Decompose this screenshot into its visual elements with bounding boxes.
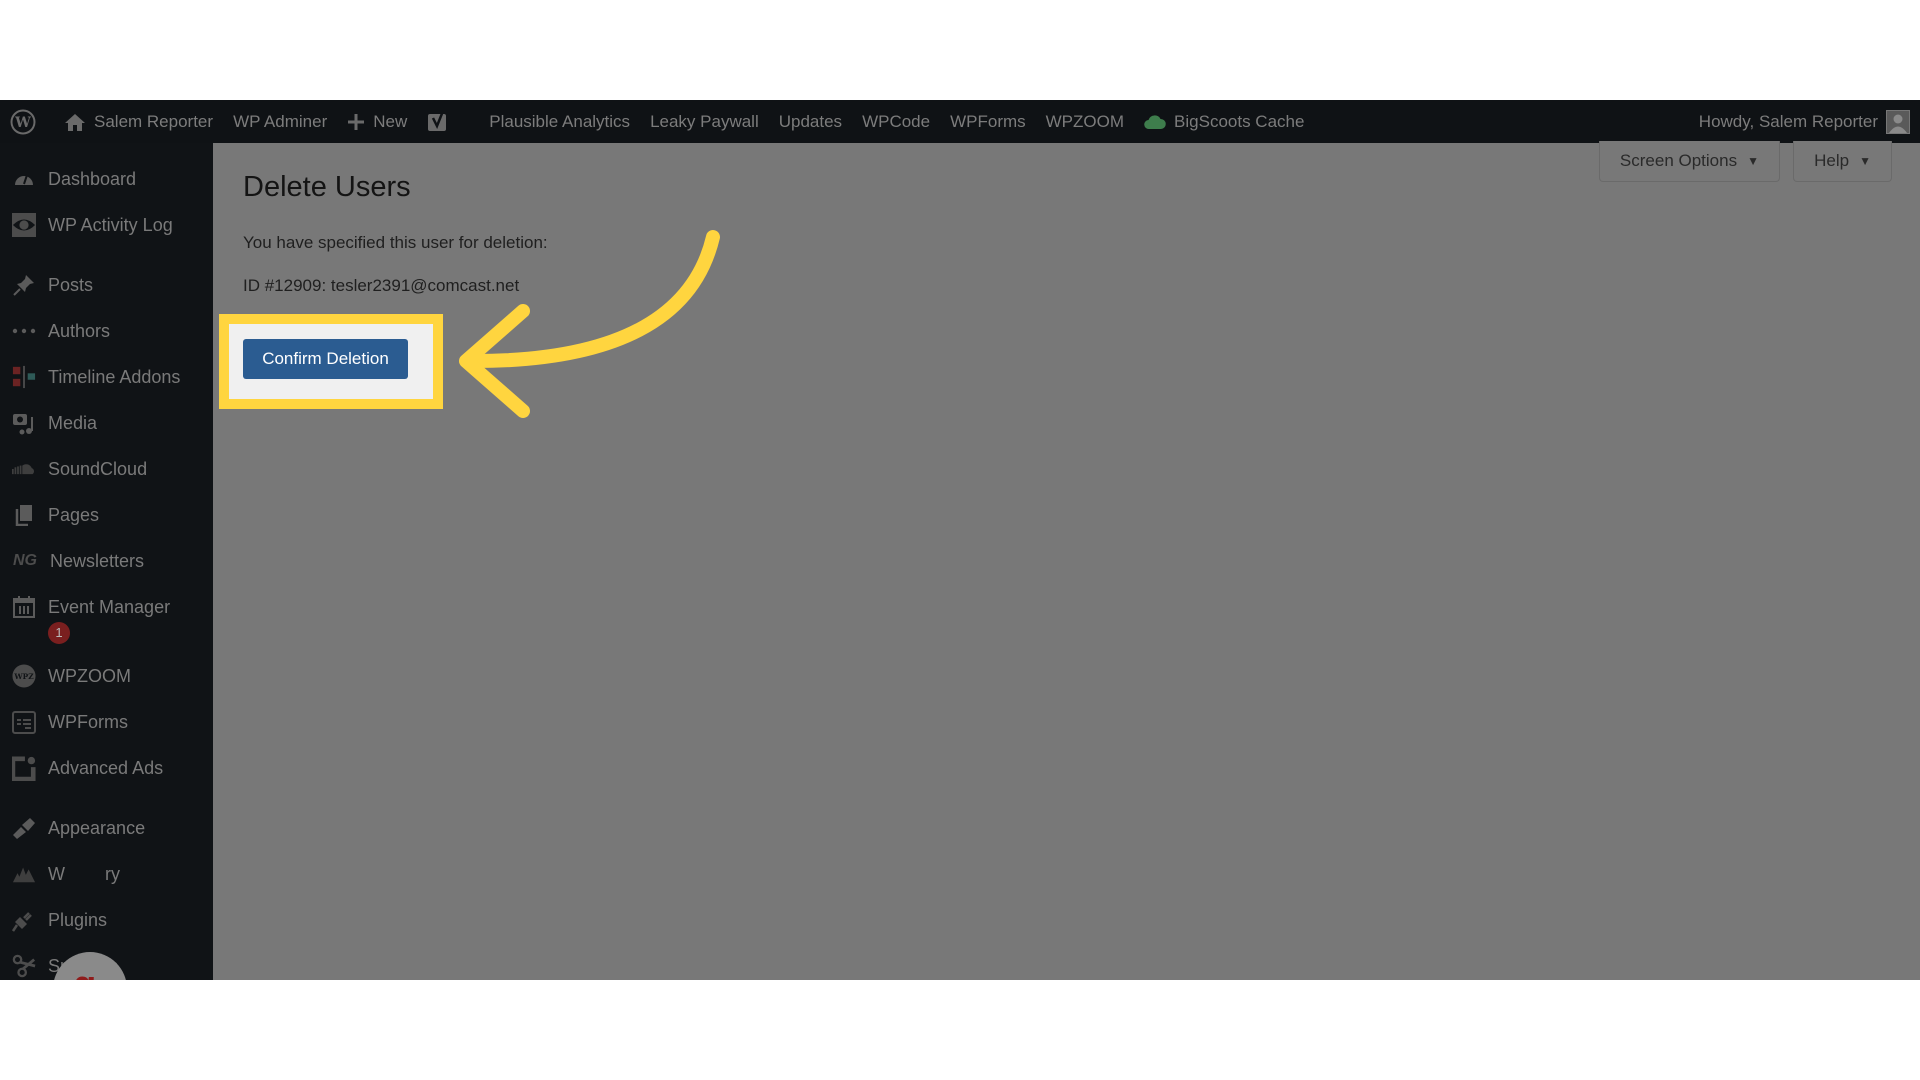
wpzoom-label: WPZOOM [1045, 111, 1125, 131]
sidebar-item-plugins[interactable]: Plugins [0, 908, 107, 932]
help-label: Help [1814, 151, 1850, 170]
sidebar-item-advanced-ads[interactable]: Advanced Ads [0, 756, 164, 781]
help-button[interactable]: Help ▼ [1793, 141, 1892, 182]
leaky-paywall-link[interactable]: Leaky Paywall [640, 100, 769, 143]
wpzoom-link[interactable]: WPZOOM [1036, 100, 1134, 143]
notification-badge: 1 [48, 622, 70, 644]
guidde-logo-icon: g. [73, 964, 107, 981]
sidebar-item-label: Appearance [48, 818, 146, 838]
sidebar-item-label: WP Activity Log [48, 215, 173, 235]
sidebar-item-event-manager[interactable]: Event Manager 1 [0, 595, 170, 644]
yoast-seo-link[interactable] [417, 100, 479, 143]
cloud-icon [1144, 114, 1166, 129]
sidebar-item-label: Posts [48, 275, 94, 295]
sidebar-item-soundcloud[interactable]: SoundCloud [0, 457, 147, 481]
wordpress-logo-icon: W [10, 109, 36, 134]
calendar-icon [12, 595, 36, 619]
soundcloud-icon [12, 457, 36, 481]
wp-adminer-link[interactable]: WP Adminer [223, 100, 337, 143]
screenshot-frame: W Salem Reporter WP Adminer New Plausibl… [0, 100, 1920, 980]
new-content-link[interactable]: New [337, 100, 417, 143]
svg-text:WPZ: WPZ [13, 672, 34, 681]
user-silhouette-icon [1889, 114, 1907, 133]
sidebar-item-partially-hidden[interactable]: W ry [0, 862, 120, 886]
sidebar-item-label: Authors [48, 321, 111, 341]
sidebar-item-media[interactable]: Media [0, 411, 97, 435]
wpforms-icon [12, 710, 36, 734]
pin-icon [12, 273, 36, 297]
bigscoots-cache-link[interactable]: BigScoots Cache [1134, 100, 1314, 143]
sidebar-item-pages[interactable]: Pages [0, 503, 99, 527]
timeline-icon [12, 365, 36, 389]
wp-adminer-label: WP Adminer [233, 111, 328, 131]
wpforms-link[interactable]: WPForms [940, 100, 1036, 143]
wpcode-label: WPCode [862, 111, 931, 131]
admin-sidebar: Dashboard WP Activity Log Posts Authors … [0, 143, 213, 980]
sidebar-item-newsletters[interactable]: NG Newsletters [0, 549, 144, 573]
svg-text:W: W [14, 115, 31, 131]
sidebar-item-label: Advanced Ads [48, 758, 164, 778]
sidebar-item-label: WPZOOM [48, 666, 131, 686]
site-name-link[interactable]: Salem Reporter [54, 100, 223, 143]
sidebar-item-label: Plugins [48, 910, 108, 930]
dots-icon [12, 319, 36, 343]
screen-options-label: Screen Options [1619, 151, 1738, 170]
sidebar-item-wpzoom[interactable]: WPZ WPZOOM [0, 664, 131, 688]
pages-icon [12, 503, 36, 527]
newsletters-icon: NG [13, 552, 37, 569]
sidebar-item-label: Media [48, 413, 98, 433]
site-name-label: Salem Reporter [94, 111, 214, 131]
paintbrush-icon [12, 816, 36, 840]
eye-icon [12, 213, 36, 237]
yoast-icon [428, 110, 447, 131]
caret-down-icon: ▼ [1859, 154, 1871, 168]
deletion-message: You have specified this user for deletio… [243, 233, 548, 252]
wpcode-link[interactable]: WPCode [852, 100, 940, 143]
home-icon [65, 113, 85, 131]
advanced-ads-icon [12, 756, 36, 781]
new-label: New [373, 111, 408, 131]
sidebar-item-wpforms[interactable]: WPForms [0, 710, 128, 734]
bigscoots-cache-label: BigScoots Cache [1174, 111, 1305, 131]
sidebar-item-posts[interactable]: Posts [0, 273, 93, 297]
avatar [1886, 109, 1910, 134]
sidebar-item-label: Timeline Addons [48, 367, 181, 387]
sidebar-item-appearance[interactable]: Appearance [0, 816, 145, 840]
wordpress-logo-button[interactable]: W [0, 100, 54, 143]
updates-link[interactable]: Updates [769, 100, 852, 143]
plus-icon [348, 113, 365, 130]
confirm-deletion-button[interactable]: Confirm Deletion [243, 339, 408, 379]
sidebar-item-label: Dashboard [48, 169, 137, 189]
wpforms-label: WPForms [950, 111, 1026, 131]
leaky-paywall-label: Leaky Paywall [650, 111, 759, 131]
sidebar-item-label: WPForms [48, 712, 128, 732]
plausible-analytics-link[interactable]: Plausible Analytics [479, 100, 640, 143]
sidebar-item-label: SoundCloud [48, 459, 148, 479]
main-content: Screen Options ▼ Help ▼ Delete Users You… [213, 141, 1920, 980]
sidebar-item-dashboard[interactable]: Dashboard [0, 167, 136, 191]
updates-label: Updates [778, 111, 843, 131]
wpzoom-icon: WPZ [12, 664, 36, 688]
screen-options-button[interactable]: Screen Options ▼ [1598, 141, 1780, 182]
admin-bar: W Salem Reporter WP Adminer New Plausibl… [0, 100, 1920, 143]
sidebar-item-label: Pages [48, 505, 100, 525]
user-to-delete: ID #12909: tesler2391@comcast.net [243, 276, 520, 295]
scissors-icon [12, 954, 36, 978]
plugin-icon [12, 908, 36, 932]
sidebar-item-wp-activity-log[interactable]: WP Activity Log [0, 213, 173, 237]
my-account-menu[interactable]: Howdy, Salem Reporter [1699, 100, 1920, 143]
landscape-icon [12, 862, 36, 886]
sidebar-item-label: Event Manager [48, 597, 171, 617]
caret-down-icon: ▼ [1747, 154, 1759, 168]
howdy-greeting: Howdy, Salem Reporter [1698, 111, 1878, 131]
sidebar-item-label: W ry [48, 864, 120, 884]
media-icon [12, 411, 36, 435]
dashboard-icon [12, 167, 36, 191]
sidebar-item-timeline-addons[interactable]: Timeline Addons [0, 365, 180, 389]
sidebar-item-authors[interactable]: Authors [0, 319, 110, 343]
sidebar-item-label: Newsletters [50, 551, 145, 571]
plausible-analytics-label: Plausible Analytics [489, 111, 631, 131]
page-title: Delete Users [243, 171, 411, 203]
